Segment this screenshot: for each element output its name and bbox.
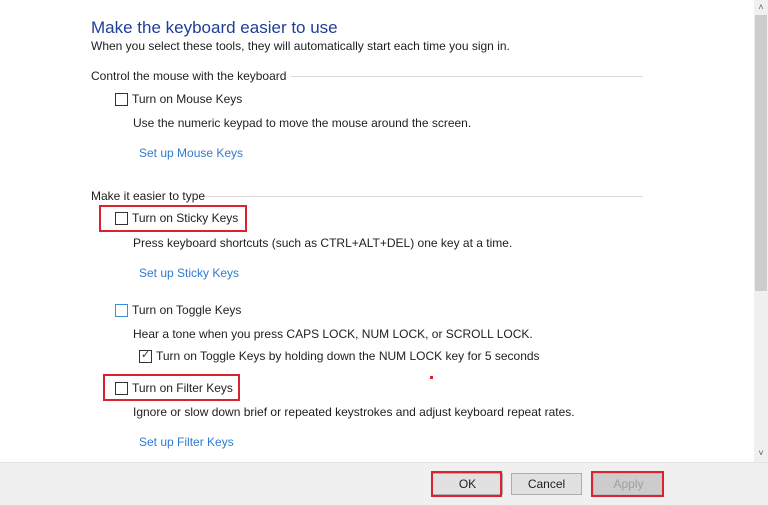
setup-filter-keys-link[interactable]: Set up Filter Keys xyxy=(139,435,234,449)
settings-content: Make the keyboard easier to use When you… xyxy=(0,0,754,462)
page-subtitle: When you select these tools, they will a… xyxy=(91,39,510,53)
filter-keys-checkbox-row[interactable]: Turn on Filter Keys xyxy=(115,381,233,395)
section-divider xyxy=(290,76,643,77)
mouse-keys-checkbox[interactable] xyxy=(115,92,128,106)
toggle-keys-checkbox-row[interactable]: Turn on Toggle Keys xyxy=(115,303,241,317)
toggle-keys-numlock-checkbox[interactable]: ✓ xyxy=(139,348,152,363)
apply-button[interactable]: Apply xyxy=(593,473,664,495)
sticky-keys-checkbox[interactable] xyxy=(115,211,128,225)
toggle-keys-label: Turn on Toggle Keys xyxy=(132,303,242,317)
mouse-keys-checkbox-row[interactable]: Turn on Mouse Keys xyxy=(115,92,242,106)
toggle-keys-numlock-label: Turn on Toggle Keys by holding down the … xyxy=(156,349,540,363)
mouse-keys-description: Use the numeric keypad to move the mouse… xyxy=(133,116,472,130)
setup-sticky-keys-link[interactable]: Set up Sticky Keys xyxy=(139,266,239,280)
cancel-button[interactable]: Cancel xyxy=(511,473,582,495)
sticky-keys-checkbox-row[interactable]: Turn on Sticky Keys xyxy=(115,211,238,225)
scroll-down-arrow-icon[interactable]: ˅ xyxy=(754,446,768,460)
toggle-keys-description: Hear a tone when you press CAPS LOCK, NU… xyxy=(133,327,533,341)
annotation-dot xyxy=(430,376,433,379)
toggle-keys-checkbox[interactable] xyxy=(115,303,128,317)
section-divider xyxy=(205,196,643,197)
scroll-thumb[interactable] xyxy=(755,15,767,291)
mouse-keys-label: Turn on Mouse Keys xyxy=(132,92,243,106)
sticky-keys-label: Turn on Sticky Keys xyxy=(132,211,239,225)
ok-button[interactable]: OK xyxy=(432,473,503,495)
filter-keys-description: Ignore or slow down brief or repeated ke… xyxy=(133,405,575,419)
section-heading-mouse: Control the mouse with the keyboard xyxy=(91,69,287,83)
check-icon: ✓ xyxy=(141,348,151,361)
sticky-keys-description: Press keyboard shortcuts (such as CTRL+A… xyxy=(133,236,513,250)
toggle-keys-numlock-row[interactable]: ✓ Turn on Toggle Keys by holding down th… xyxy=(139,349,540,363)
vertical-scrollbar[interactable]: ˄ ˅ xyxy=(754,0,768,462)
scroll-up-arrow-icon[interactable]: ˄ xyxy=(754,0,768,14)
section-heading-typing: Make it easier to type xyxy=(91,189,206,203)
filter-keys-checkbox[interactable] xyxy=(115,381,128,395)
setup-mouse-keys-link[interactable]: Set up Mouse Keys xyxy=(139,146,243,160)
filter-keys-label: Turn on Filter Keys xyxy=(132,381,233,395)
page-title: Make the keyboard easier to use xyxy=(91,18,338,37)
